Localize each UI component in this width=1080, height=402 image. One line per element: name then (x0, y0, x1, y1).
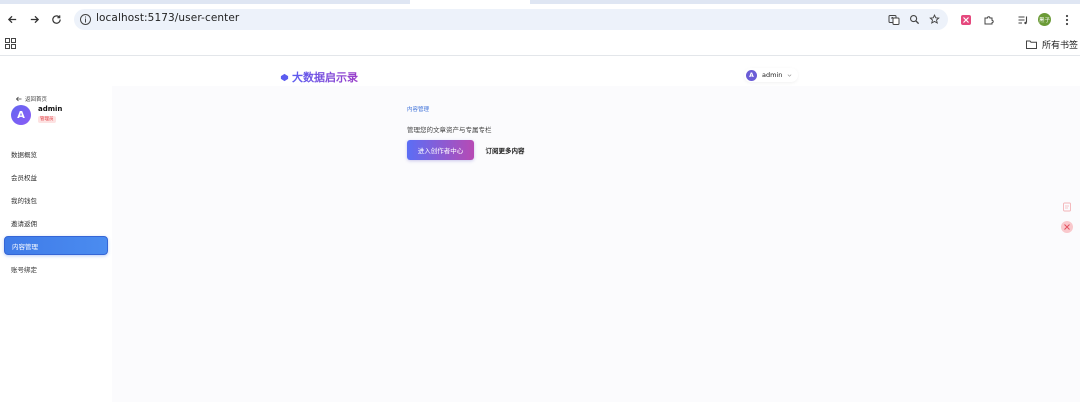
user-menu[interactable]: A admin (744, 68, 799, 82)
creator-center-button[interactable]: 进入创作者中心 (407, 140, 474, 160)
apps-grid-icon[interactable] (5, 38, 16, 49)
section-description: 管理您的文章资产与专属专栏 (407, 126, 492, 134)
sidebar: 返回首页 A admin 管理员 数据概览 会员权益 我的钱包 邀请返佣 内容管… (0, 86, 112, 402)
sidebar-item-content[interactable]: 内容管理 (4, 236, 108, 255)
browser-toolbar: localhost:5173/user-center 黑子 (0, 4, 1080, 34)
sidebar-menu: 数据概览 会员权益 我的钱包 邀请返佣 内容管理 账号绑定 (4, 144, 108, 282)
browser-profile-avatar[interactable]: 黑子 (1038, 13, 1051, 26)
sidebar-item-overview[interactable]: 数据概览 (4, 144, 108, 163)
zoom-icon[interactable] (908, 13, 921, 26)
role-badge: 管理员 (38, 116, 56, 123)
arrow-left-icon (16, 96, 22, 102)
folder-icon (1026, 40, 1037, 49)
page: 大数据启示录 A admin 返回首页 A admin 管理员 数据概览 会员权… (0, 56, 1080, 402)
user-name: admin (762, 71, 783, 79)
media-control-icon[interactable] (1016, 13, 1029, 26)
user-avatar: A (746, 69, 757, 81)
sidebar-item-membership[interactable]: 会员权益 (4, 167, 108, 186)
back-home-label: 返回首页 (25, 97, 48, 103)
site-info-icon[interactable] (79, 13, 92, 26)
bookmarks-bar: 所有书签 (0, 34, 1080, 56)
back-arrow-icon[interactable] (5, 12, 19, 26)
brand-icon (280, 73, 289, 81)
all-bookmarks-label: 所有书签 (1042, 40, 1079, 51)
bookmark-star-icon[interactable] (928, 13, 941, 26)
address-bar[interactable]: localhost:5173/user-center (74, 9, 948, 30)
back-home-link[interactable]: 返回首页 (16, 95, 47, 103)
all-bookmarks-button[interactable]: 所有书签 (1026, 37, 1078, 51)
floating-translate-icon[interactable] (1061, 221, 1073, 233)
brand-logo[interactable]: 大数据启示录 (280, 69, 358, 85)
chevron-down-icon (787, 73, 792, 77)
sidebar-item-account-binding[interactable]: 账号绑定 (4, 259, 108, 278)
extensions-puzzle-icon[interactable] (982, 13, 995, 26)
sidebar-item-referral[interactable]: 邀请返佣 (4, 213, 108, 232)
content-area (112, 86, 1080, 402)
brand-name: 大数据启示录 (292, 71, 358, 84)
url-text[interactable]: localhost:5173/user-center (96, 12, 239, 24)
sidebar-item-wallet[interactable]: 我的钱包 (4, 190, 108, 209)
more-menu-icon[interactable] (1060, 13, 1073, 26)
forward-arrow-icon[interactable] (27, 12, 41, 26)
profile-name: admin (38, 105, 63, 113)
floating-note-icon[interactable] (1062, 202, 1072, 212)
section-title: 内容管理 (407, 107, 430, 113)
extension-pink-icon[interactable] (959, 13, 972, 26)
profile-avatar: A (11, 105, 31, 125)
subscribe-more-button[interactable]: 订阅更多内容 (478, 140, 532, 160)
reload-icon[interactable] (49, 12, 63, 26)
translate-icon[interactable] (887, 13, 900, 26)
